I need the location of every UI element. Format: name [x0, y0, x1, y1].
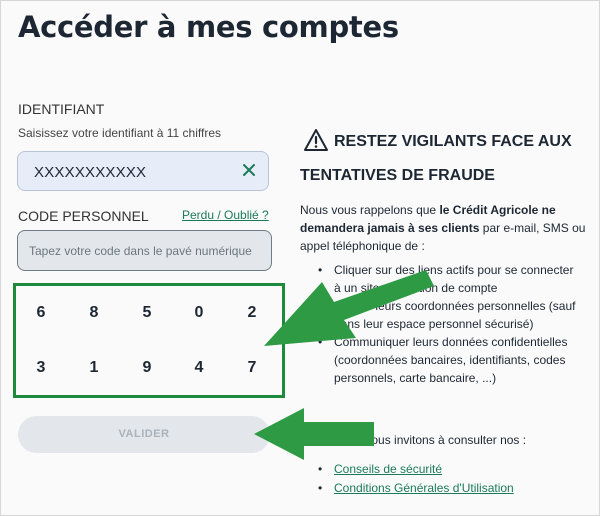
terms-of-use-link[interactable]: Conditions Générales d'Utilisation	[334, 481, 514, 495]
warning-paragraph: Nous vous rappelons que le Crédit Agrico…	[300, 201, 590, 255]
keypad-key[interactable]: 9	[127, 353, 167, 383]
list-item: Conseils de sécurité	[318, 460, 514, 479]
code-label: CODE PERSONNEL	[18, 208, 149, 224]
keypad-key[interactable]: 5	[127, 298, 167, 328]
code-input[interactable]: Tapez votre code dans le pavé numérique	[17, 230, 272, 271]
keypad-key[interactable]: 2	[232, 298, 272, 328]
keypad-key[interactable]: 1	[74, 353, 114, 383]
security-advice-link[interactable]: Conseils de sécurité	[334, 462, 442, 476]
validate-button[interactable]: VALIDER	[18, 416, 270, 453]
list-item: Fournir leurs coordonnées personnelles (…	[318, 297, 580, 333]
virtual-keypad: 6 8 5 0 2 3 1 9 4 7	[13, 283, 285, 398]
warning-list: Cliquer sur des liens actifs pour se con…	[318, 261, 580, 387]
identifier-label: IDENTIFIANT	[18, 101, 105, 117]
warning-title-line2: TENTATIVES DE FRAUDE	[300, 167, 495, 184]
keypad-key[interactable]: 8	[74, 298, 114, 328]
links-list: Conseils de sécurité Conditions Générale…	[318, 460, 514, 498]
warning-title-line1: RESTEZ VIGILANTS FACE AUX	[334, 133, 572, 150]
close-icon[interactable]	[242, 163, 256, 177]
forgot-code-link[interactable]: Perdu / Oublié ?	[182, 208, 269, 222]
keypad-key[interactable]: 0	[179, 298, 219, 328]
page-title: Accéder à mes comptes	[18, 10, 399, 44]
list-item: Conditions Générales d'Utilisation	[318, 479, 514, 498]
warning-triangle-icon	[304, 129, 328, 151]
keypad-key[interactable]: 3	[21, 353, 61, 383]
keypad-key[interactable]: 6	[21, 298, 61, 328]
identifier-input[interactable]: XXXXXXXXXXX	[17, 151, 269, 191]
warning-paragraph-intro: Nous vous rappelons que	[300, 203, 440, 217]
identifier-value: XXXXXXXXXXX	[34, 164, 147, 181]
identifier-hint: Saisissez votre identifiant à 11 chiffre…	[18, 126, 221, 140]
keypad-key[interactable]: 4	[179, 353, 219, 383]
invite-text: Nous vous invitons à consulter nos :	[334, 433, 527, 447]
keypad-key[interactable]: 7	[232, 353, 272, 383]
code-placeholder: Tapez votre code dans le pavé numérique	[29, 244, 252, 258]
list-item: Communiquer leurs données confidentielle…	[318, 333, 580, 387]
list-item: Cliquer sur des liens actifs pour se con…	[318, 261, 580, 297]
